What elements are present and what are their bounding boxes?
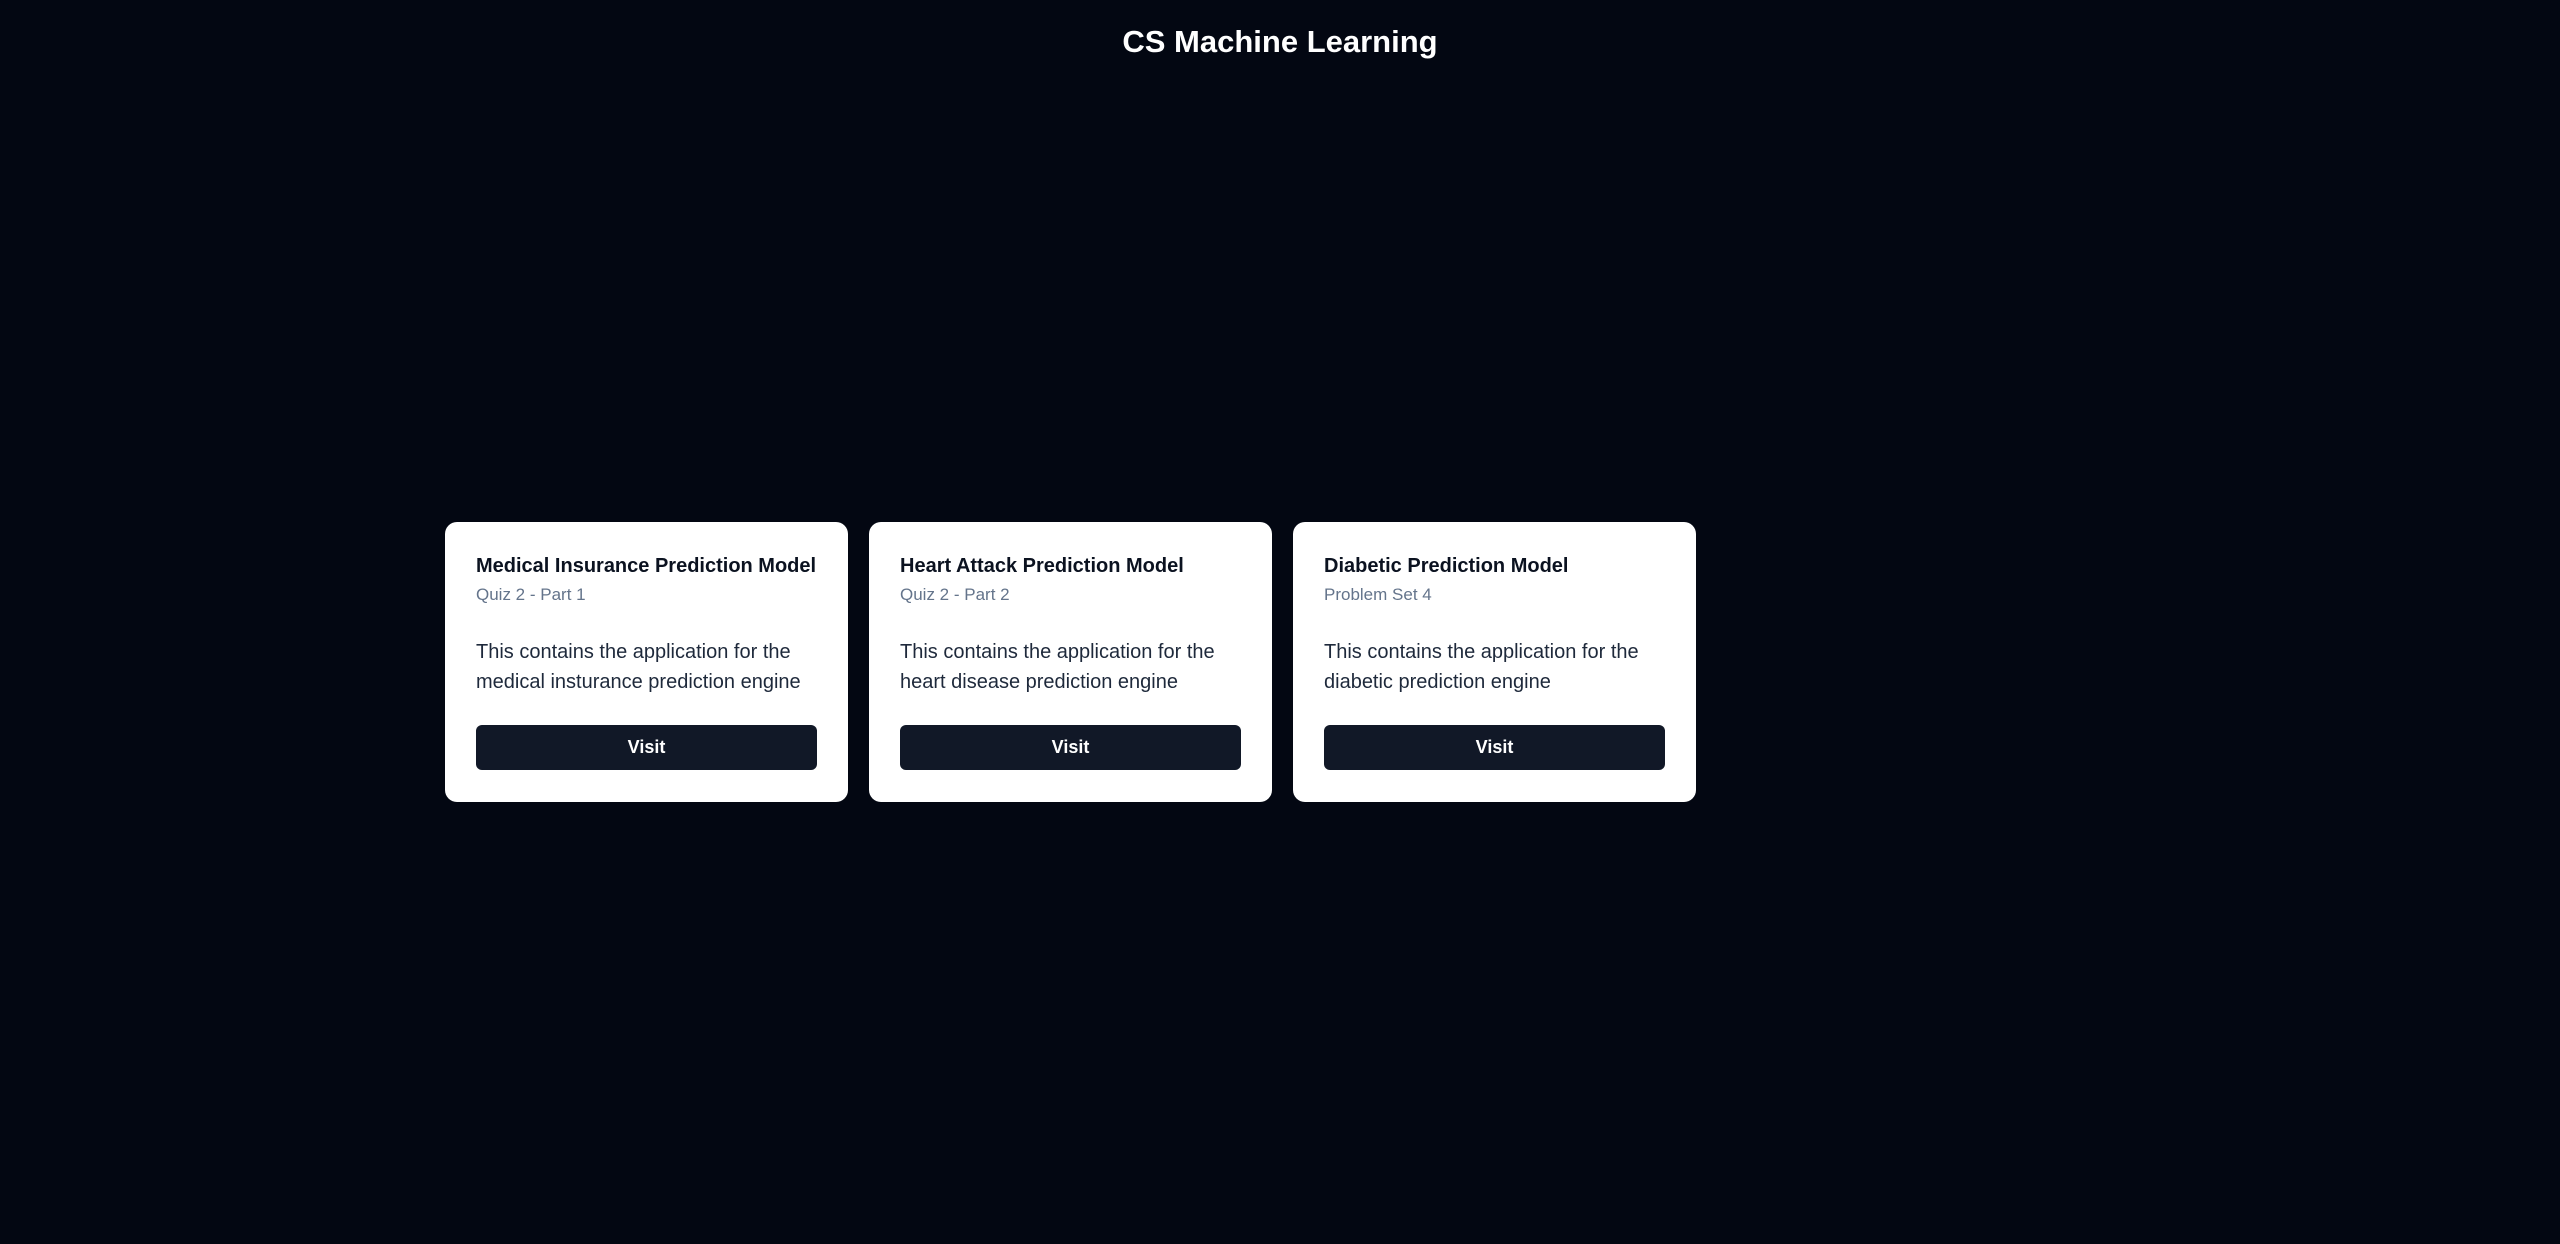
card-title: Heart Attack Prediction Model	[900, 555, 1184, 577]
card-heart-attack: Heart Attack Prediction Model Quiz 2 - P…	[869, 522, 1272, 802]
page: CS Machine Learning Medical Insurance Pr…	[0, 0, 2560, 1244]
card-description: This contains the application for the di…	[1324, 641, 1639, 693]
card-subtitle: Quiz 2 - Part 2	[900, 585, 1010, 604]
card-diabetic: Diabetic Prediction Model Problem Set 4 …	[1293, 522, 1696, 802]
visit-button[interactable]: Visit	[1324, 725, 1665, 770]
card-description: This contains the application for the me…	[476, 641, 801, 693]
card-list: Medical Insurance Prediction Model Quiz …	[445, 522, 1696, 802]
card-subtitle: Quiz 2 - Part 1	[476, 585, 586, 604]
card-subtitle: Problem Set 4	[1324, 585, 1432, 604]
card-medical-insurance: Medical Insurance Prediction Model Quiz …	[445, 522, 848, 802]
card-title: Medical Insurance Prediction Model	[476, 555, 817, 577]
card-title: Diabetic Prediction Model	[1324, 555, 1569, 577]
page-title: CS Machine Learning	[1122, 24, 1438, 59]
card-description: This contains the application for the he…	[900, 641, 1215, 693]
visit-button[interactable]: Visit	[900, 725, 1241, 770]
visit-button[interactable]: Visit	[476, 725, 817, 770]
